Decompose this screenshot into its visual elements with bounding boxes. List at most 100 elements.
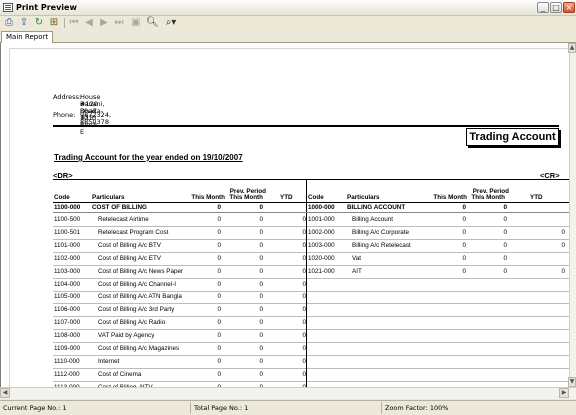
close-button[interactable]: × xyxy=(563,2,575,13)
print-preview-app-icon xyxy=(3,3,13,12)
cr-row-code: 1002-000 xyxy=(308,228,335,236)
row-divider xyxy=(53,264,306,266)
row-divider xyxy=(53,367,306,369)
dr-row-prev: 0 xyxy=(259,319,263,327)
total-page-status: Total Page No.: 1 xyxy=(194,404,249,412)
dr-group-prev: 0 xyxy=(259,204,263,211)
dr-particulars-header: Particulars xyxy=(92,194,125,201)
first-page-icon[interactable]: ⏮ xyxy=(68,17,80,29)
horizontal-scrollbar[interactable]: ◀ ▶ xyxy=(0,387,576,399)
window-title: Print Preview xyxy=(16,3,77,12)
row-divider xyxy=(53,316,306,318)
tab-main-report[interactable]: Main Report xyxy=(1,31,54,43)
cr-group-code: 1000-000 xyxy=(308,204,335,211)
prev-page-icon[interactable]: ◀ xyxy=(83,17,95,29)
dr-row-prev: 0 xyxy=(259,280,263,288)
dr-row-prev: 0 xyxy=(259,267,263,275)
dr-row-name: Cost of Billing A/c ATN Bangla xyxy=(98,293,182,301)
dr-row-prev: 0 xyxy=(259,216,263,223)
dr-row-this-month: 0 xyxy=(217,293,221,301)
cr-row-prev: 0 xyxy=(503,216,507,223)
maximize-button[interactable]: □ xyxy=(550,2,562,13)
print-icon[interactable]: ⎙ xyxy=(3,17,15,29)
header-rule xyxy=(53,125,559,127)
dr-row-name: Cost of Cinema xyxy=(98,370,142,378)
cr-row-code: 1003-000 xyxy=(308,241,335,249)
status-separator xyxy=(381,402,382,414)
dr-row-name: Cost of Billing A/c News Paper xyxy=(98,267,184,275)
cr-row-name: Billing A/c Retelecast xyxy=(352,241,411,249)
tree-icon[interactable]: ⊞ xyxy=(48,17,60,29)
dr-row-ytd: 0 xyxy=(302,370,306,378)
zoom-icon[interactable]: ⌕▾ xyxy=(162,17,180,29)
dr-row-ytd: 0 xyxy=(302,306,306,314)
dr-code-header: Code xyxy=(54,194,70,201)
dr-row-this-month: 0 xyxy=(217,306,221,314)
dr-row-this-month: 0 xyxy=(217,267,221,275)
report-viewport[interactable]: Address:House #120 Road #13 Block-E Bana… xyxy=(0,43,569,387)
cr-row-name: Vat xyxy=(352,254,361,262)
dr-row-prev: 0 xyxy=(259,254,263,262)
dr-row-this-month: 0 xyxy=(217,216,221,223)
dr-group-name: COST OF BILLING xyxy=(92,204,147,211)
dr-row-prev: 0 xyxy=(259,357,263,365)
scroll-right-button[interactable]: ▶ xyxy=(559,388,569,398)
dr-row-name: Cost of Billing A/c Radio xyxy=(98,319,166,327)
dr-row-ytd: 0 xyxy=(302,228,306,236)
dr-row-code: 1107-000 xyxy=(54,319,81,327)
dr-row-prev: 0 xyxy=(259,370,263,378)
find-icon[interactable]: 🔍︎ xyxy=(146,17,159,29)
dr-row-ytd: 0 xyxy=(302,319,306,327)
cr-group-prev: 0 xyxy=(503,204,507,211)
scroll-up-button[interactable]: ▲ xyxy=(568,43,576,53)
cr-row-code: 1001-000 xyxy=(308,216,335,223)
scroll-down-button[interactable]: ▼ xyxy=(568,377,576,387)
dr-row-ytd: 0 xyxy=(302,293,306,301)
cr-this-month-header: This Month xyxy=(433,194,467,201)
vertical-scrollbar[interactable]: ▲ ▼ xyxy=(568,43,576,387)
cr-row-prev: 0 xyxy=(503,228,507,236)
dr-row-name: Retelecast Program Cost xyxy=(98,228,169,236)
row-divider xyxy=(307,226,569,227)
last-page-icon[interactable]: ⏭ xyxy=(113,17,125,29)
refresh-icon[interactable]: ↻ xyxy=(33,17,45,29)
toolbar: ⎙ ⇪ ↻ ⊞ ⏮ ◀ ▶ ⏭ ▣ 🔍︎ ⌕▾ xyxy=(0,16,576,30)
dr-row-this-month: 0 xyxy=(217,319,221,327)
dr-row-code: 1108-000 xyxy=(54,332,81,340)
dr-row-name: VAT Paid by Agency xyxy=(98,332,155,340)
dr-row-name: Cost of Billing A/c ETV xyxy=(98,254,161,262)
dr-row-name: Retelecast Airtime xyxy=(98,216,149,223)
goto-page-icon[interactable]: ▣ xyxy=(130,17,142,29)
dr-row-ytd: 0 xyxy=(302,332,306,340)
dr-row-code: 1104-000 xyxy=(54,280,81,288)
cr-prev-this-month-header: This Month xyxy=(471,194,505,201)
cr-row-code: 1020-000 xyxy=(308,254,335,262)
dr-this-month-header: This Month xyxy=(191,194,225,201)
minimize-button[interactable]: _ xyxy=(537,2,549,13)
dr-row-ytd: 0 xyxy=(302,241,306,249)
row-divider xyxy=(53,329,306,331)
row-divider xyxy=(307,367,569,369)
dr-row-prev: 0 xyxy=(259,306,263,314)
dr-row-code: 1106-000 xyxy=(54,306,81,314)
cr-row-name: AIT xyxy=(352,267,362,275)
cr-row-this-month: 0 xyxy=(462,267,466,275)
row-divider xyxy=(307,277,569,279)
dr-prev-this-month-header: This Month xyxy=(229,194,263,201)
export-icon[interactable]: ⇪ xyxy=(18,17,30,29)
row-divider xyxy=(307,238,569,240)
address-label: Address: xyxy=(53,93,82,101)
row-divider xyxy=(53,290,306,292)
current-page-status: Current Page No.: 1 xyxy=(3,404,67,412)
scroll-left-button[interactable]: ◀ xyxy=(0,388,10,398)
dr-row-code: 1100-500 xyxy=(54,216,81,223)
row-divider xyxy=(53,277,306,279)
next-page-icon[interactable]: ▶ xyxy=(98,17,110,29)
dr-row-code: 1100-501 xyxy=(54,228,81,236)
row-divider xyxy=(307,342,569,344)
cr-row-name: Billing A/c Corporate xyxy=(352,228,410,236)
dr-row-this-month: 0 xyxy=(217,228,221,236)
dr-group-code: 1100-000 xyxy=(54,204,81,211)
dr-row-name: Cost of Billing A/c Magazines xyxy=(98,345,180,352)
status-separator xyxy=(190,402,191,414)
